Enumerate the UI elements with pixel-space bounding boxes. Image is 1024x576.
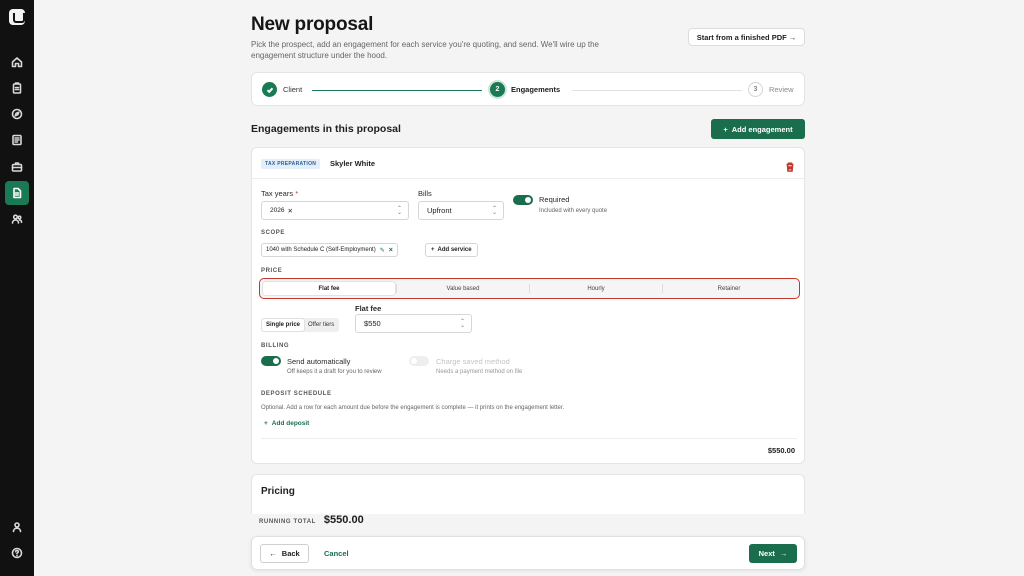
client-name: Skyler White: [330, 159, 376, 168]
step-connector: [312, 90, 482, 91]
step-engagements[interactable]: 2 Engagements: [490, 82, 560, 97]
edit-icon[interactable]: ✎: [380, 247, 385, 254]
chevron-updown-icon: ⌃ ⌄: [491, 206, 497, 216]
charge-saved-method-toggle[interactable]: [409, 356, 429, 366]
bills-label: Bills: [418, 189, 432, 198]
charge-saved-method-help: Needs a payment method on file: [436, 369, 523, 375]
scope-label: SCOPE: [261, 230, 286, 236]
step-review[interactable]: 3 Review: [748, 82, 794, 97]
billing-label: BILLING: [261, 343, 290, 349]
flat-fee-label: Flat fee: [355, 304, 382, 313]
flat-fee-input[interactable]: $550 ⌃ ⌄: [355, 314, 472, 333]
step-client[interactable]: Client: [262, 82, 302, 97]
required-toggle[interactable]: [513, 195, 533, 205]
deposit-schedule-help: Optional. Add a row for each amount due …: [261, 405, 565, 411]
send-automatically-label: Send automatically: [287, 357, 351, 366]
required-help: Included with every quote: [539, 208, 608, 214]
plus-icon: +: [264, 420, 268, 427]
deposit-schedule-label: DEPOSIT SCHEDULE: [261, 391, 332, 397]
divider: [261, 438, 797, 439]
step-number: 3: [748, 82, 763, 97]
logo-icon[interactable]: [9, 9, 25, 25]
trash-icon[interactable]: [785, 159, 795, 172]
remove-icon[interactable]: ✕: [287, 207, 292, 215]
arrow-left-icon: ←: [269, 549, 277, 558]
help-icon[interactable]: [5, 541, 29, 565]
offer-tiers-option[interactable]: Offer tiers: [304, 319, 338, 331]
tax-years-label: Tax years *: [261, 189, 299, 198]
scope-service-chip[interactable]: 1040 with Schedule C (Self-Employment) ✎…: [261, 243, 398, 257]
tab-retainer[interactable]: Retainer: [663, 282, 795, 295]
tax-year-chip[interactable]: 2026 ✕: [270, 207, 293, 215]
clipboard-icon[interactable]: [5, 76, 29, 100]
page-title: New proposal: [251, 14, 374, 35]
tab-hourly[interactable]: Hourly: [530, 282, 662, 295]
next-button[interactable]: Next →: [749, 544, 797, 563]
pricing-title: Pricing: [261, 486, 295, 497]
cancel-button[interactable]: Cancel: [324, 544, 349, 563]
step-label: Engagements: [511, 85, 561, 94]
start-from-pdf-button[interactable]: Start from a finished PDF →: [688, 28, 805, 46]
charge-saved-method-label: Charge saved method: [436, 357, 510, 366]
tab-value-based[interactable]: Value based: [397, 282, 529, 295]
stepper-arrows-icon[interactable]: ⌃ ⌄: [460, 319, 465, 329]
send-automatically-help: Off keeps it a draft for you to review: [287, 369, 382, 375]
send-automatically-toggle[interactable]: [261, 356, 281, 366]
running-total: RUNNING TOTAL $550.00: [259, 514, 364, 526]
running-total-amount: $550.00: [323, 514, 364, 526]
price-label: PRICE: [261, 268, 283, 274]
home-icon[interactable]: [5, 50, 29, 74]
remove-icon[interactable]: ×: [389, 247, 393, 254]
chevron-updown-icon: ⌃ ⌄: [396, 206, 402, 216]
users-icon[interactable]: [5, 207, 29, 231]
briefcase-icon[interactable]: [5, 155, 29, 179]
bills-select[interactable]: Upfront ⌃ ⌄: [418, 201, 504, 220]
tax-years-select[interactable]: 2026 ✕ ⌃ ⌄: [261, 201, 409, 220]
step-label: Client: [283, 85, 303, 94]
add-service-button[interactable]: + Add service: [425, 243, 478, 257]
add-deposit-button[interactable]: + Add deposit: [264, 420, 309, 427]
pricing-card: Pricing: [251, 474, 805, 514]
back-button[interactable]: ← Back: [260, 544, 309, 563]
proposal-doc-icon[interactable]: [5, 181, 29, 205]
step-label: Review: [769, 85, 794, 94]
plus-icon: +: [723, 124, 728, 134]
compass-icon[interactable]: [5, 102, 29, 126]
add-engagement-label: Add engagement: [731, 124, 793, 134]
check-icon: [262, 82, 277, 97]
running-total-label: RUNNING TOTAL: [259, 519, 316, 525]
user-icon[interactable]: [5, 515, 29, 539]
step-connector: [572, 90, 742, 91]
section-title: Engagements in this proposal: [251, 123, 401, 135]
footer-bar: ← Back Cancel Next →: [251, 536, 805, 570]
step-number: 2: [490, 82, 505, 97]
tab-flat-fee[interactable]: Flat fee: [263, 282, 395, 295]
price-mode-toggle: Single price Offer tiers: [261, 318, 340, 332]
divider: [252, 178, 804, 179]
page-subtitle: Pick the prospect, add an engagement for…: [251, 40, 600, 60]
add-engagement-button[interactable]: + Add engagement: [711, 119, 805, 139]
engagement-card: TAX PREPARATION Skyler White Tax years *…: [251, 147, 805, 464]
required-mark: *: [295, 189, 299, 198]
stepper: Client 2 Engagements 3 Review: [251, 72, 805, 106]
engagement-total: $550.00: [767, 446, 795, 455]
plus-icon: +: [431, 247, 435, 253]
service-badge: TAX PREPARATION: [261, 159, 321, 169]
sidebar: [0, 0, 34, 576]
arrow-right-icon: →: [779, 549, 788, 558]
price-type-tabs: Flat fee Value based Hourly Retainer: [259, 278, 800, 299]
document-list-icon[interactable]: [5, 128, 29, 152]
single-price-option[interactable]: Single price: [262, 319, 305, 331]
required-label: Required: [539, 195, 570, 204]
